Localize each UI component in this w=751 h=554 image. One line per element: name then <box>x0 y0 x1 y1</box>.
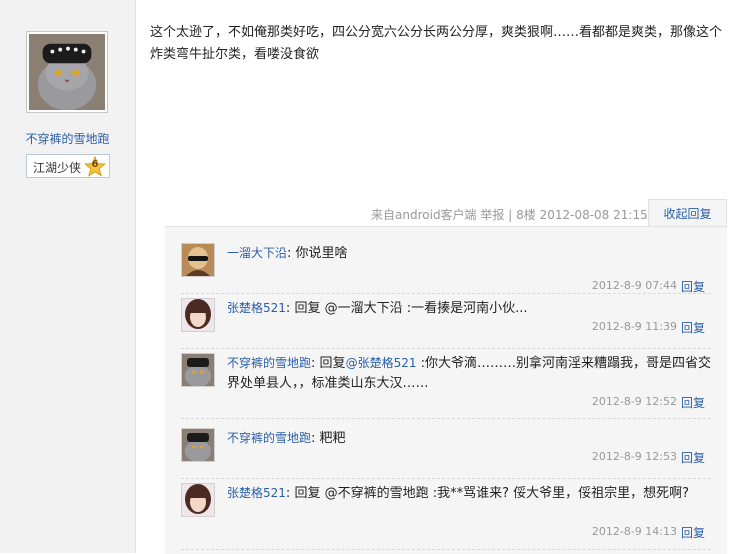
cat-avatar-image <box>29 34 105 110</box>
sunglasses-avatar-image <box>182 244 214 276</box>
reply-username[interactable]: 张楚格521 <box>227 486 286 500</box>
reply-separator: : <box>285 301 291 316</box>
reply-time: 2012-8-9 11:39 <box>591 320 677 333</box>
reply-avatar[interactable] <box>181 483 215 517</box>
reply-avatar[interactable] <box>181 243 215 277</box>
cat-avatar-image <box>182 354 214 386</box>
collapse-replies-button[interactable]: 收起回复 <box>648 199 727 227</box>
reply-text: 张楚格521: 回复 @不穿裤的雪地跑 :我**骂谁来? 俀大爷里，俀祖宗里，想… <box>227 483 711 504</box>
reply-text: 张楚格521: 回复 @一溜大下沿 :一看揍是河南小伙... <box>227 298 711 319</box>
list-item: 一溜大下沿: 你说里啥 2012-8-9 07:44 回复 <box>181 243 711 294</box>
rank-badge: 江湖少侠 6 <box>26 154 110 178</box>
list-item: 不穿裤的雪地跑: 粑粑 2012-8-9 12:53 回复 <box>181 428 711 479</box>
reply-username[interactable]: 一溜大下沿 <box>227 246 287 260</box>
floor-number: 8楼 <box>516 208 536 222</box>
post-content: 这个太逊了，不如俺那类好吃，四公分宽六公分长两公分厚，爽类狠啊……看都都是爽类，… <box>150 25 723 62</box>
source-prefix: 来自 <box>371 208 396 222</box>
reply-time: 2012-8-9 12:53 <box>591 450 677 463</box>
reply-button[interactable]: 回复 <box>681 524 705 541</box>
post-meta: 来自android客户端 举报 | 8楼 2012-08-08 21:15 <box>371 206 648 223</box>
reply-body: 你说里啥 <box>295 246 348 261</box>
reply-prefix: 回复 <box>319 356 346 371</box>
reply-button[interactable]: 回复 <box>681 449 705 466</box>
reply-username[interactable]: 张楚格521 <box>227 301 286 315</box>
reply-username[interactable]: 不穿裤的雪地跑 <box>227 431 311 445</box>
author-username[interactable]: 不穿裤的雪地跑 <box>0 130 135 147</box>
meta-divider: | <box>508 208 513 222</box>
author-sidebar: 不穿裤的雪地跑 江湖少侠 6 <box>0 0 136 553</box>
reply-button[interactable]: 回复 <box>681 278 705 295</box>
reply-time: 2012-8-9 12:52 <box>591 395 677 408</box>
reply-separator: : <box>311 356 316 371</box>
reply-text: 不穿裤的雪地跑: 回复@张楚格521 :你大爷滴………别拿河南淫来糟蹋我，哥是四… <box>227 353 711 394</box>
girl-avatar-image <box>182 484 214 516</box>
list-item: 张楚格521: 回复 @一溜大下沿 :一看揍是河南小伙... 2012-8-9 … <box>181 298 711 349</box>
reply-avatar[interactable] <box>181 428 215 462</box>
reply-body: 粑粑 <box>319 431 346 446</box>
reply-button[interactable]: 回复 <box>681 319 705 336</box>
reply-avatar[interactable] <box>181 298 215 332</box>
reply-mention[interactable]: @张楚格521 <box>346 356 417 370</box>
author-avatar[interactable] <box>26 31 108 113</box>
source-link[interactable]: android客户端 <box>395 208 477 222</box>
girl-avatar-image <box>182 299 214 331</box>
reply-text: 不穿裤的雪地跑: 粑粑 <box>227 428 711 449</box>
reply-separator: : <box>311 431 316 446</box>
reply-username[interactable]: 不穿裤的雪地跑 <box>227 356 311 370</box>
reply-separator: : <box>287 246 292 261</box>
reply-time: 2012-8-9 07:44 <box>591 279 677 292</box>
rank-level: 6 <box>91 159 99 170</box>
list-item: 张楚格521: 回复 @不穿裤的雪地跑 :我**骂谁来? 俀大爷里，俀祖宗里，想… <box>181 483 711 550</box>
reply-text: 一溜大下沿: 你说里啥 <box>227 243 711 264</box>
reply-body: 回复 @不穿裤的雪地跑 :我**骂谁来? 俀大爷里，俀祖宗里，想死啊? <box>294 486 690 501</box>
reply-time: 2012-8-9 14:13 <box>591 525 677 538</box>
reply-list: 一溜大下沿: 你说里啥 2012-8-9 07:44 回复 张楚格521: 回复… <box>165 226 727 554</box>
list-item: 不穿裤的雪地跑: 回复@张楚格521 :你大爷滴………别拿河南淫来糟蹋我，哥是四… <box>181 353 711 419</box>
rank-title: 江湖少侠 <box>33 161 82 175</box>
post-datetime: 2012-08-08 21:15 <box>539 208 648 222</box>
reply-separator: : <box>285 486 291 501</box>
reply-avatar[interactable] <box>181 353 215 387</box>
reply-button[interactable]: 回复 <box>681 394 705 411</box>
cat-avatar-image <box>182 429 214 461</box>
report-link[interactable]: 举报 <box>480 208 504 222</box>
reply-body: 回复 @一溜大下沿 :一看揍是河南小伙... <box>294 301 528 316</box>
